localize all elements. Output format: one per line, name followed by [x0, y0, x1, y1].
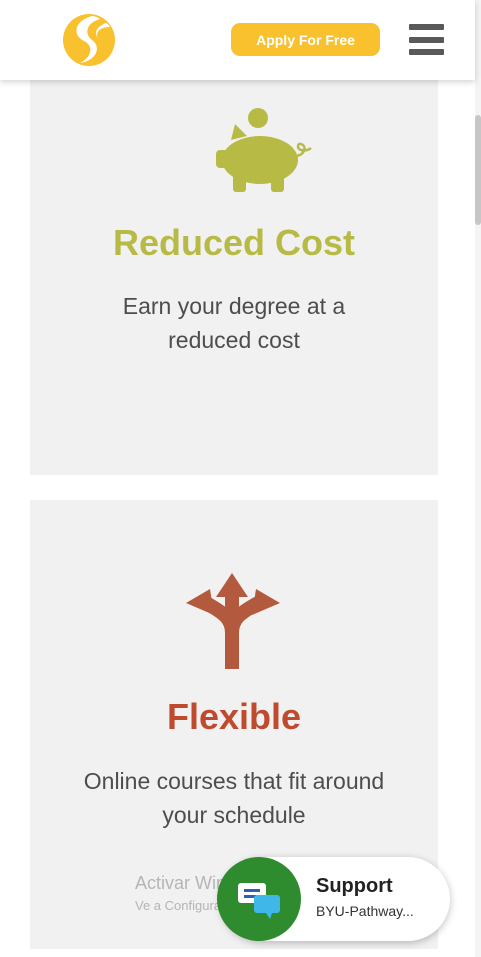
- apply-for-free-button[interactable]: Apply For Free: [231, 23, 380, 56]
- split-arrows-icon: [186, 573, 280, 669]
- support-avatar[interactable]: [217, 857, 301, 941]
- chat-bubbles-icon: [238, 883, 280, 919]
- piggy-bank-icon: [216, 108, 312, 192]
- scrollbar-thumb[interactable]: [475, 115, 481, 225]
- page-scrollbar[interactable]: [475, 0, 481, 957]
- swirl-logo-icon[interactable]: [62, 13, 116, 67]
- flexible-title: Flexible: [166, 696, 302, 737]
- menu-bar: [409, 24, 444, 30]
- reduced-cost-title: Reduced Cost: [112, 222, 356, 263]
- flexible-description: Online courses that fit around your sche…: [83, 768, 385, 828]
- support-title: Support: [316, 875, 393, 897]
- menu-bar: [409, 49, 444, 55]
- reduced-cost-description: Earn your degree at a reduced cost: [122, 293, 346, 353]
- site-header: Apply For Free: [0, 0, 475, 80]
- hamburger-menu-icon[interactable]: [409, 24, 444, 55]
- menu-bar: [409, 36, 444, 43]
- support-subtitle: BYU-Pathway...: [316, 903, 414, 919]
- reduced-cost-card: Reduced Cost Earn your degree at a reduc…: [30, 60, 438, 475]
- support-chat-widget[interactable]: Support BYU-Pathway...: [217, 857, 450, 941]
